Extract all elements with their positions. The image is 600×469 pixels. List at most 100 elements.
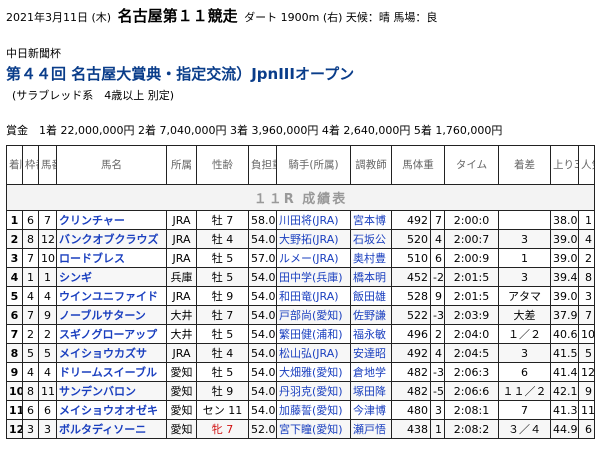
horse-name-link[interactable]: バンクオブクラウズ bbox=[56, 229, 167, 249]
cell-time: 2:00:0 bbox=[444, 210, 499, 230]
trainer-link[interactable]: 宮本博 bbox=[350, 210, 392, 230]
trainer-link[interactable]: 倉地学 bbox=[350, 362, 392, 382]
cell-num: 9 bbox=[38, 305, 57, 325]
cell-num: 5 bbox=[38, 343, 57, 363]
cell-weight: 54.0 bbox=[248, 381, 277, 401]
cell-time: 2:08:2 bbox=[444, 419, 499, 439]
trainer-link[interactable]: 塚田降 bbox=[350, 381, 392, 401]
cell-frame: 6 bbox=[22, 210, 39, 230]
trainer-link[interactable]: 佐野謙 bbox=[350, 305, 392, 325]
cell-weight: 54.0 bbox=[248, 343, 277, 363]
cell-pop: 12 bbox=[578, 362, 595, 382]
cell-last3f: 39.4 bbox=[550, 267, 579, 287]
cell-body: 528 bbox=[391, 286, 431, 306]
cell-belong: JRA bbox=[166, 210, 197, 230]
horse-name-link[interactable]: ウインユニファイド bbox=[56, 286, 167, 306]
jockey-link[interactable]: 丹羽克(愛知) bbox=[276, 381, 351, 401]
horse-name-link[interactable]: シンギ bbox=[56, 267, 167, 287]
cell-delta: 6 bbox=[430, 248, 445, 268]
cell-last3f: 42.1 bbox=[550, 381, 579, 401]
age: 9 bbox=[226, 290, 234, 303]
horse-name-link[interactable]: スギノグローアップ bbox=[56, 324, 167, 344]
cell-body: 496 bbox=[391, 324, 431, 344]
cell-body: 482 bbox=[391, 362, 431, 382]
cell-margin: 7 bbox=[498, 400, 551, 420]
horse-name-link[interactable]: クリンチャー bbox=[56, 210, 167, 230]
col-pop: 人気 bbox=[578, 145, 595, 185]
horse-name-link[interactable]: メイショウオオゼキ bbox=[56, 400, 167, 420]
trainer-link[interactable]: 安達昭 bbox=[350, 343, 392, 363]
horse-name-link[interactable]: ドリームスイーブル bbox=[56, 362, 167, 382]
race-direction: (右) bbox=[322, 11, 343, 24]
table-body: 1 6 7 クリンチャー JRA 牡 7 58.0 川田将(JRA) 宮本博 492 7 2:00:0… bbox=[6, 210, 595, 439]
horse-name-link[interactable]: メイショウカズサ bbox=[56, 343, 167, 363]
age: 7 bbox=[226, 214, 234, 227]
cell-weight: 54.0 bbox=[248, 286, 277, 306]
trainer-link[interactable]: 福永敏 bbox=[350, 324, 392, 344]
jockey-link[interactable]: ルメー(JRA) bbox=[276, 248, 351, 268]
cell-sexage: 牡 9 bbox=[196, 381, 249, 401]
cell-last3f: 38.0 bbox=[550, 210, 579, 230]
cell-sexage: 牡 7 bbox=[196, 305, 249, 325]
results-table-wrapper: １１R 成績表 着順 枠番 馬番 馬名 所属 性齢 負担重量 騎手(所属) 調教… bbox=[6, 145, 595, 439]
cell-belong: JRA bbox=[166, 343, 197, 363]
jockey-link[interactable]: 大畑雅(愛知) bbox=[276, 362, 351, 382]
col-belong: 所属 bbox=[166, 145, 197, 185]
sex: 牡 bbox=[211, 252, 223, 265]
table-row: 6 7 9 ノーブルサターン 大井牡 7 54.0 戸部尚(愛知) 佐野謙 522 -3 2:03:… bbox=[6, 305, 595, 325]
trainer-link[interactable]: 奥村豊 bbox=[350, 248, 392, 268]
cell-num: 2 bbox=[38, 324, 57, 344]
jockey-link[interactable]: 田中学(兵庫) bbox=[276, 267, 351, 287]
cell-belong: JRA bbox=[166, 248, 197, 268]
cell-time: 2:06:3 bbox=[444, 362, 499, 382]
col-num: 馬番 bbox=[38, 145, 57, 185]
horse-name-link[interactable]: ロードブレス bbox=[56, 248, 167, 268]
cell-num: 4 bbox=[38, 362, 57, 382]
horse-name-link[interactable]: ノーブルサターン bbox=[56, 305, 167, 325]
jockey-link[interactable]: 加藤誓(愛知) bbox=[276, 400, 351, 420]
cell-margin: 3 bbox=[498, 343, 551, 363]
cell-margin bbox=[498, 210, 551, 230]
sex: 牡 bbox=[211, 309, 223, 322]
cell-rank: 9 bbox=[6, 362, 23, 382]
jockey-link[interactable]: 大野拓(JRA) bbox=[276, 229, 351, 249]
age: 4 bbox=[226, 233, 234, 246]
jockey-link[interactable]: 戸部尚(愛知) bbox=[276, 305, 351, 325]
cell-frame: 7 bbox=[22, 248, 39, 268]
cell-frame: 4 bbox=[22, 362, 39, 382]
cell-rank: 10 bbox=[6, 381, 23, 401]
cell-rank: 8 bbox=[6, 343, 23, 363]
table-row: 2 8 12 バンクオブクラウズ JRA 牡 4 54.0 大野拓(JRA) 石坂公 520 4 2:… bbox=[6, 229, 595, 249]
jockey-link[interactable]: 川田将(JRA) bbox=[276, 210, 351, 230]
horse-name-link[interactable]: ボルタディソーニ bbox=[56, 419, 167, 439]
cell-num: 12 bbox=[38, 229, 57, 249]
jockey-link[interactable]: 和田竜(JRA) bbox=[276, 286, 351, 306]
table-row: 9 4 4 ドリームスイーブル 愛知牡 5 54.0 大畑雅(愛知) 倉地学 482 -3 2:06… bbox=[6, 362, 595, 382]
cell-belong: JRA bbox=[166, 229, 197, 249]
cell-num: 1 bbox=[38, 267, 57, 287]
jockey-link[interactable]: 繁田健(浦和) bbox=[276, 324, 351, 344]
table-row: 10811サンデンバロン愛知牡 954.0丹羽克(愛知)塚田降482-52:06… bbox=[6, 381, 595, 401]
trainer-link[interactable]: 橋本明 bbox=[350, 267, 392, 287]
cell-time: 2:00:7 bbox=[444, 229, 499, 249]
cell-body: 452 bbox=[391, 267, 431, 287]
cell-delta: 1 bbox=[430, 419, 445, 439]
cell-delta: -3 bbox=[430, 362, 445, 382]
horse-name-link[interactable]: サンデンバロン bbox=[56, 381, 167, 401]
trainer-link[interactable]: 瀬戸悟 bbox=[350, 419, 392, 439]
cell-margin: ３／４ bbox=[498, 419, 551, 439]
cell-sexage: 牡 9 bbox=[196, 286, 249, 306]
age: 5 bbox=[226, 271, 234, 284]
jockey-link[interactable]: 宮下瞳(愛知) bbox=[276, 419, 351, 439]
trainer-link[interactable]: 今津博 bbox=[350, 400, 392, 420]
cell-body: 438 bbox=[391, 419, 431, 439]
table-row: 1166メイショウオオゼキ愛知セン 1154.0加藤誓(愛知)今津博48032:… bbox=[6, 400, 595, 420]
cell-sexage: 牡 4 bbox=[196, 343, 249, 363]
sex: 牡 bbox=[211, 271, 223, 284]
cell-body: 482 bbox=[391, 381, 431, 401]
trainer-link[interactable]: 石坂公 bbox=[350, 229, 392, 249]
trainer-link[interactable]: 飯田雄 bbox=[350, 286, 392, 306]
cell-last3f: 37.9 bbox=[550, 305, 579, 325]
cell-belong: JRA bbox=[166, 286, 197, 306]
jockey-link[interactable]: 松山弘(JRA) bbox=[276, 343, 351, 363]
